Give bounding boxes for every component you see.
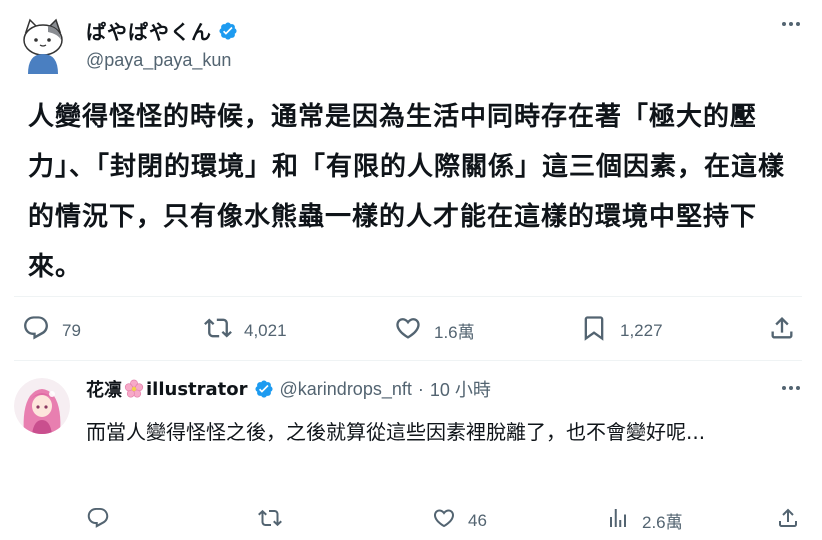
like-button[interactable]: 46 bbox=[432, 506, 487, 535]
reply-button[interactable]: 79 bbox=[22, 314, 81, 347]
repost-button[interactable]: 4,021 bbox=[204, 314, 287, 347]
repost-icon bbox=[258, 506, 282, 535]
share-icon bbox=[768, 314, 796, 347]
reply-text: 而當人變得怪怪之後，之後就算從這些因素裡脫離了，也不會變好呢... bbox=[86, 420, 706, 444]
repost-count: 4,021 bbox=[244, 320, 287, 340]
reply-actions: 46 2.6萬 bbox=[0, 502, 822, 538]
reply-icon bbox=[22, 314, 50, 347]
bookmark-button[interactable]: 1,227 bbox=[580, 314, 663, 347]
repost-icon bbox=[204, 314, 232, 347]
heart-icon bbox=[394, 314, 422, 347]
verified-badge-icon bbox=[218, 21, 238, 41]
share-button[interactable] bbox=[768, 314, 796, 347]
verified-badge-icon bbox=[254, 379, 274, 399]
views-count: 2.6萬 bbox=[642, 513, 683, 532]
divider bbox=[14, 296, 802, 297]
bookmark-icon bbox=[580, 314, 608, 347]
reply-icon bbox=[86, 506, 110, 535]
tweet-actions: 79 4,021 1.6萬 1,227 bbox=[0, 310, 822, 346]
share-icon bbox=[776, 506, 800, 535]
like-count: 1.6萬 bbox=[434, 323, 475, 342]
avatar[interactable] bbox=[18, 18, 68, 74]
handle[interactable]: @karindrops_nft bbox=[280, 379, 412, 400]
display-name[interactable]: 花凛 illustrator bbox=[86, 376, 248, 402]
display-name-part2: illustrator bbox=[146, 378, 248, 400]
separator-dot: · bbox=[417, 378, 424, 399]
avatar[interactable] bbox=[14, 378, 70, 434]
display-name-part1: 花凛 bbox=[86, 380, 122, 401]
views-button[interactable]: 2.6萬 bbox=[606, 506, 683, 535]
share-button[interactable] bbox=[776, 506, 800, 535]
like-count: 46 bbox=[468, 510, 487, 530]
display-name[interactable]: ぱやぱやくん bbox=[86, 16, 212, 45]
heart-icon bbox=[432, 506, 456, 535]
like-button[interactable]: 1.6萬 bbox=[394, 314, 475, 347]
more-options-icon[interactable] bbox=[782, 386, 800, 390]
handle[interactable]: @paya_paya_kun bbox=[86, 50, 231, 71]
repost-button[interactable] bbox=[258, 506, 282, 535]
cherry-blossom-icon bbox=[124, 379, 144, 399]
reply-count: 79 bbox=[62, 320, 81, 340]
tweet-text: 人變得怪怪的時候，通常是因為生活中同時存在著「極大的壓力」、「封閉的環境」和「有… bbox=[28, 102, 786, 282]
bookmark-count: 1,227 bbox=[620, 320, 663, 340]
divider bbox=[14, 360, 802, 361]
timestamp[interactable]: 10 小時 bbox=[430, 376, 491, 402]
more-options-icon[interactable] bbox=[782, 22, 800, 26]
views-icon bbox=[606, 506, 630, 535]
reply-button[interactable] bbox=[86, 506, 110, 535]
